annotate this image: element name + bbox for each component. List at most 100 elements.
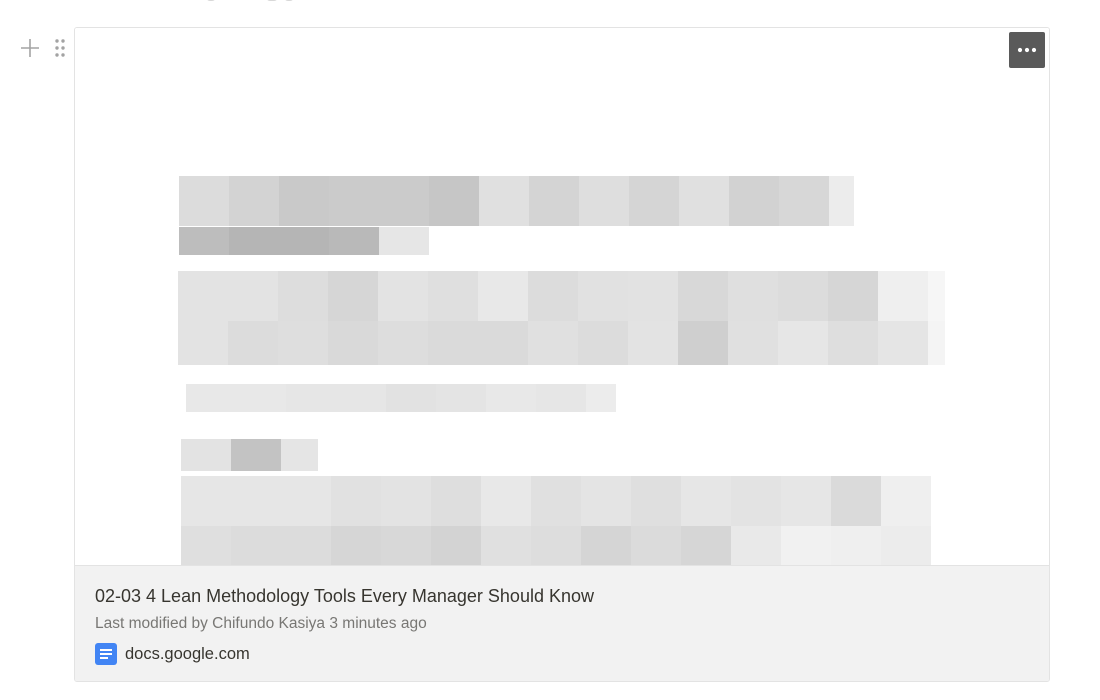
preview-pixel [781, 526, 831, 565]
bookmark-domain: docs.google.com [125, 644, 250, 663]
preview-pixel [178, 271, 228, 321]
drag-handle[interactable] [52, 37, 68, 59]
preview-pixel [279, 227, 329, 255]
preview-pixel [781, 476, 831, 526]
ellipsis-icon [1017, 47, 1037, 53]
preview-pixel [831, 526, 881, 565]
preview-pixel [928, 321, 945, 365]
plus-icon [21, 39, 39, 57]
preview-pixel [731, 526, 781, 565]
preview-pixel [581, 476, 631, 526]
preview-pixel [881, 526, 931, 565]
preview-pixel [631, 526, 681, 565]
preview-pixel [381, 526, 431, 565]
preview-pixel [381, 476, 431, 526]
preview-pixel [536, 384, 586, 412]
preview-pixel [681, 476, 731, 526]
preview-pixel [481, 476, 531, 526]
pixelated-preview-image [75, 28, 1049, 565]
preview-pixel [329, 227, 379, 255]
preview-pixel [828, 321, 878, 365]
preview-pixel [281, 476, 331, 526]
preview-pixel [678, 321, 728, 365]
preview-pixel [486, 384, 536, 412]
preview-pixel [478, 271, 528, 321]
preview-pixel [279, 176, 329, 226]
preview-pixel [231, 439, 281, 471]
preview-pixel [229, 176, 279, 226]
bookmark-meta[interactable]: 02-03 4 Lean Methodology Tools Every Man… [75, 565, 1049, 681]
preview-pixel [431, 526, 481, 565]
preview-pixel [179, 176, 229, 226]
more-options-button[interactable] [1009, 32, 1045, 68]
preview-pixel [231, 526, 281, 565]
preview-pixel [878, 271, 928, 321]
preview-pixel [331, 526, 381, 565]
preview-pixel [528, 321, 578, 365]
preview-pixel [579, 176, 629, 226]
preview-pixel [928, 271, 945, 321]
bookmark-title[interactable]: 02-03 4 Lean Methodology Tools Every Man… [95, 586, 594, 607]
preview-pixel [281, 439, 318, 471]
preview-pixel [278, 321, 328, 365]
preview-pixel [331, 476, 381, 526]
preview-pixel [631, 476, 681, 526]
preview-pixel [286, 384, 336, 412]
preview-pixel [681, 526, 731, 565]
heading-remnant [206, 0, 316, 4]
preview-pixel [229, 227, 279, 255]
preview-pixel [186, 384, 236, 412]
preview-pixel [179, 227, 229, 255]
preview-pixel [386, 384, 436, 412]
bookmark-card[interactable]: 02-03 4 Lean Methodology Tools Every Man… [74, 27, 1050, 682]
preview-pixel [728, 321, 778, 365]
preview-pixel [481, 526, 531, 565]
preview-pixel [678, 271, 728, 321]
preview-pixel [428, 271, 478, 321]
preview-pixel [679, 176, 729, 226]
preview-pixel [628, 271, 678, 321]
preview-pixel [729, 176, 779, 226]
preview-pixel [529, 176, 579, 226]
preview-pixel [581, 526, 631, 565]
bookmark-source[interactable]: docs.google.com [95, 643, 250, 665]
google-docs-icon [95, 643, 117, 665]
preview-pixel [181, 476, 231, 526]
preview-pixel [528, 271, 578, 321]
preview-pixel [329, 176, 379, 226]
preview-pixel [479, 176, 529, 226]
preview-pixel [586, 384, 616, 412]
preview-pixel [829, 176, 854, 226]
preview-pixel [778, 271, 828, 321]
preview-pixel [578, 321, 628, 365]
preview-pixel [328, 321, 378, 365]
preview-pixel [831, 476, 881, 526]
preview-pixel [379, 227, 429, 255]
preview-pixel [431, 476, 481, 526]
preview-pixel [278, 271, 328, 321]
preview-pixel [629, 176, 679, 226]
preview-pixel [628, 321, 678, 365]
preview-pixel [429, 176, 479, 226]
drag-dots-icon [55, 39, 65, 57]
preview-pixel [531, 526, 581, 565]
preview-pixel [828, 271, 878, 321]
preview-pixel [379, 176, 429, 226]
preview-pixel [778, 321, 828, 365]
preview-pixel [228, 321, 278, 365]
preview-pixel [378, 271, 428, 321]
preview-pixel [728, 271, 778, 321]
page: 02-03 4 Lean Methodology Tools Every Man… [0, 0, 1100, 700]
preview-pixel [281, 526, 331, 565]
bookmark-preview[interactable] [75, 28, 1049, 565]
preview-pixel [378, 321, 428, 365]
preview-pixel [578, 271, 628, 321]
add-block-button[interactable] [19, 37, 41, 59]
preview-pixel [531, 476, 581, 526]
preview-pixel [181, 439, 231, 471]
preview-pixel [779, 176, 829, 226]
preview-pixel [231, 476, 281, 526]
preview-pixel [178, 321, 228, 365]
preview-pixel [328, 271, 378, 321]
preview-pixel [336, 384, 386, 412]
